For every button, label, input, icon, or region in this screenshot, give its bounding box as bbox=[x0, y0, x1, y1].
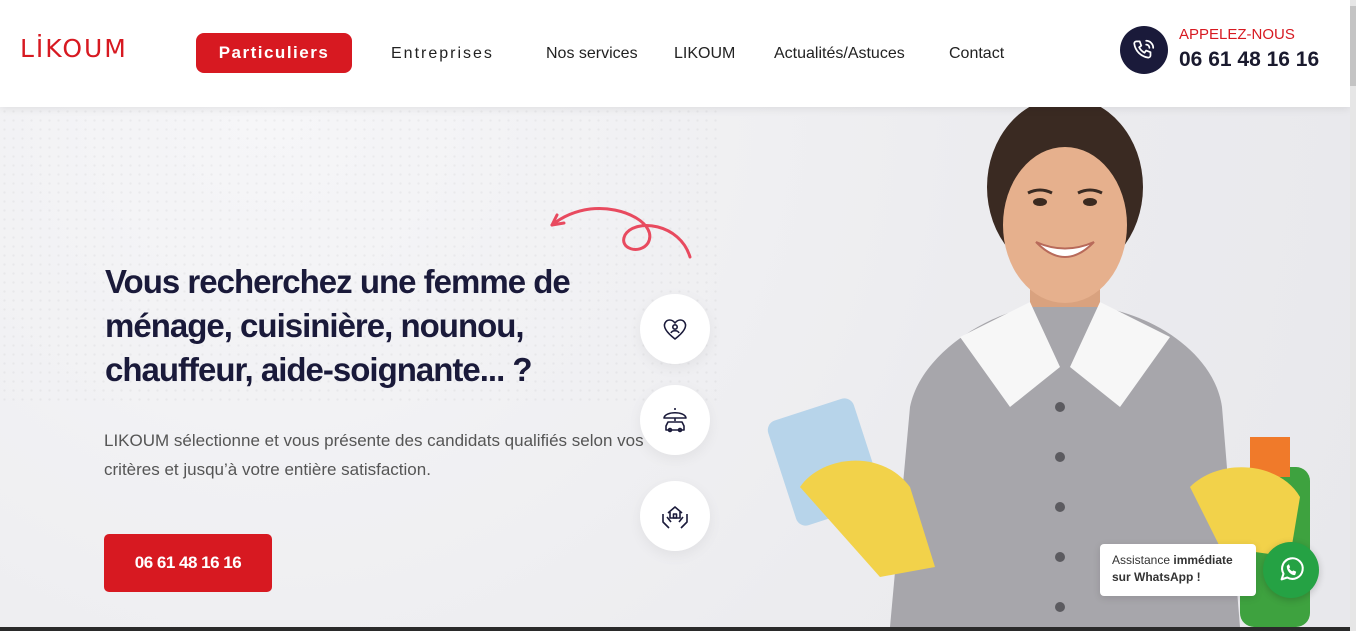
nav-entreprises[interactable]: Entreprises bbox=[391, 44, 494, 64]
scrollbar-thumb[interactable] bbox=[1350, 6, 1356, 86]
bottom-bar bbox=[0, 627, 1350, 631]
heart-hands-icon bbox=[640, 294, 710, 364]
curved-arrow-icon bbox=[550, 206, 692, 259]
scrollbar[interactable] bbox=[1350, 0, 1356, 631]
whatsapp-icon[interactable] bbox=[1263, 542, 1319, 598]
site-header: LİKOUM Particuliers Entreprises Nos serv… bbox=[0, 0, 1350, 107]
particuliers-button[interactable]: Particuliers bbox=[196, 33, 352, 73]
house-hands-icon bbox=[640, 481, 710, 551]
hero-headline: Vous recherchez une femme de ménage, cui… bbox=[105, 263, 571, 388]
whatsapp-bubble[interactable]: Assistance immédiate sur WhatsApp ! bbox=[1100, 544, 1256, 596]
nav-nos-services[interactable]: Nos services bbox=[546, 44, 638, 64]
phone-icon[interactable] bbox=[1120, 26, 1168, 74]
nav-actualites[interactable]: Actualités/Astuces bbox=[774, 44, 905, 64]
car-umbrella-icon bbox=[640, 385, 710, 455]
whatsapp-text-prefix: Assistance bbox=[1112, 553, 1174, 567]
likoum-logo[interactable]: LİKOUM bbox=[20, 34, 128, 64]
call-number[interactable]: 06 61 48 16 16 bbox=[1179, 48, 1319, 72]
hero-call-button[interactable]: 06 61 48 16 16 bbox=[104, 534, 272, 592]
housekeeper-photo bbox=[767, 107, 1310, 627]
nav-likoum[interactable]: LIKOUM bbox=[674, 44, 735, 64]
call-label: APPELEZ-NOUS bbox=[1179, 26, 1295, 43]
nav-contact[interactable]: Contact bbox=[949, 44, 1004, 64]
hero-subtext: LIKOUM sélectionne et vous présente des … bbox=[104, 431, 644, 479]
